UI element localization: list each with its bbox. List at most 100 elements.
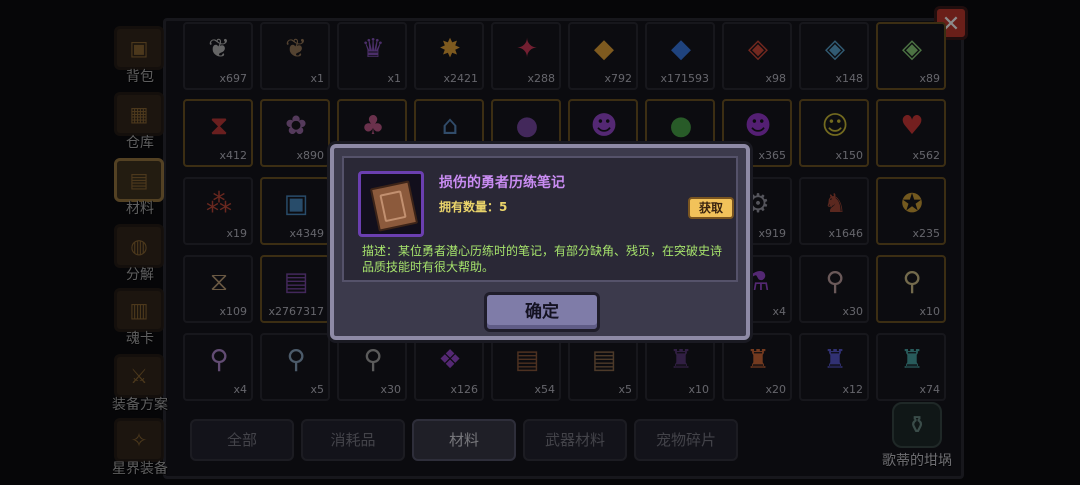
get-button[interactable]: 获取 <box>688 197 734 219</box>
item-slot[interactable]: ⚲ x5 <box>260 333 330 401</box>
heart-icon: ♥ <box>900 111 924 141</box>
item-count: x171593 <box>660 72 709 85</box>
gold-crystal-icon: ◆ <box>594 34 614 64</box>
sidebar-item-label: 星界装备 <box>112 461 168 477</box>
item-count: x20 <box>765 383 786 396</box>
item-count: x1 <box>310 72 324 85</box>
item-count: x5 <box>310 383 324 396</box>
item-slot[interactable]: ✿ x890 <box>260 99 330 167</box>
item-slot[interactable]: ▣ x4349 <box>260 177 330 245</box>
item-count: x126 <box>450 383 478 396</box>
tab-4[interactable]: 宠物碎片 <box>634 419 738 461</box>
sidebar-item-5[interactable]: ⚔ 装备方案 <box>108 354 172 416</box>
sidebar-item-1[interactable]: ▦ 仓库 <box>108 92 172 154</box>
confirm-button[interactable]: 确定 <box>484 292 600 332</box>
item-count: x792 <box>604 72 632 85</box>
cauldron-label: 歌蒂的坩埚 <box>882 453 952 469</box>
item-count: x12 <box>842 383 863 396</box>
item-slot[interactable]: ⁂ x19 <box>183 177 253 245</box>
item-slot[interactable]: ⚲ x30 <box>799 255 869 323</box>
item-count: x2421 <box>443 72 478 85</box>
item-count: x10 <box>919 305 940 318</box>
mask-icon: ☻ <box>590 111 618 141</box>
item-slot[interactable]: ▤ x54 <box>491 333 561 401</box>
sidebar-item-2[interactable]: ▤ 材料 <box>108 158 172 220</box>
item-count: x890 <box>296 149 324 162</box>
item-slot[interactable]: ♥ x562 <box>876 99 946 167</box>
rainbow-gem-icon: ◈ <box>902 34 922 64</box>
item-slot[interactable]: ❦ x697 <box>183 22 253 90</box>
item-name: 损伤的勇者历练笔记 <box>439 175 565 191</box>
purple-scroll-icon: ❖ <box>438 345 462 375</box>
item-count: x4 <box>772 305 786 318</box>
item-slot[interactable]: ♞ x1646 <box>799 177 869 245</box>
sidebar-item-6[interactable]: ✧ 星界装备 <box>108 418 172 480</box>
item-count: x697 <box>219 72 247 85</box>
gold-spark-icon: ✸ <box>439 34 461 64</box>
item-slot[interactable]: ✸ x2421 <box>414 22 484 90</box>
sidebar-item-label: 魂卡 <box>126 331 154 347</box>
item-slot[interactable]: ◈ x89 <box>876 22 946 90</box>
sidebar-item-label: 材料 <box>126 201 154 217</box>
tab-3[interactable]: 武器材料 <box>523 419 627 461</box>
purple-mask-icon: ☻ <box>744 111 772 141</box>
owned-quantity: 拥有数量：5 <box>439 198 507 215</box>
purple-crest-icon: ♛ <box>361 34 385 64</box>
sidebar-item-0[interactable]: ▣ 背包 <box>108 26 172 88</box>
medal-icon: ✪ <box>901 189 923 219</box>
astral-equipment-icon: ✧ <box>114 418 164 462</box>
item-slot[interactable]: ☺ x150 <box>799 99 869 167</box>
item-slot[interactable]: ◆ x792 <box>568 22 638 90</box>
chest-icon: ▣ <box>114 26 164 70</box>
item-slot[interactable]: ⚲ x10 <box>876 255 946 323</box>
item-slot[interactable]: ◈ x98 <box>722 22 792 90</box>
item-slot[interactable]: ✪ x235 <box>876 177 946 245</box>
item-slot[interactable]: ♜ x10 <box>645 333 715 401</box>
purple-orb-icon: ● <box>515 111 539 141</box>
tab-0[interactable]: 全部 <box>190 419 294 461</box>
sidebar-item-4[interactable]: ▥ 魂卡 <box>108 288 172 350</box>
item-count: x10 <box>688 383 709 396</box>
item-slot[interactable]: ♛ x1 <box>337 22 407 90</box>
item-slot[interactable]: ◆ x171593 <box>645 22 715 90</box>
tab-1[interactable]: 消耗品 <box>301 419 405 461</box>
item-count: x4 <box>233 383 247 396</box>
item-slot[interactable]: ▤ x2767317 <box>260 255 330 323</box>
item-slot[interactable]: ♜ x20 <box>722 333 792 401</box>
tab-2[interactable]: 材料 <box>412 419 516 461</box>
magnifier-icon: ⚲ <box>902 267 922 297</box>
item-slot[interactable]: ▤ x5 <box>568 333 638 401</box>
smiley-icon: ☺ <box>821 111 849 141</box>
item-slot[interactable]: ❖ x126 <box>414 333 484 401</box>
item-slot[interactable]: ⚲ x4 <box>183 333 253 401</box>
exp-book-icon: ▤ <box>283 267 309 297</box>
item-description: 描述：某位勇者潜心历练时的笔记，有部分缺角、残页，在突破史诗品质技能时有很大帮助… <box>362 244 723 274</box>
item-slot[interactable]: ⧗ x412 <box>183 99 253 167</box>
item-slot[interactable]: ✦ x288 <box>491 22 561 90</box>
item-slot[interactable]: ♜ x12 <box>799 333 869 401</box>
demon-icon: ♣ <box>361 111 385 141</box>
item-count: x4349 <box>289 227 324 240</box>
item-count: x150 <box>835 149 863 162</box>
item-slot[interactable]: ⚲ x30 <box>337 333 407 401</box>
item-detail-dialog: 损伤的勇者历练笔记 拥有数量：5 获取 描述：某位勇者潜心历练时的笔记，有部分缺… <box>330 144 750 340</box>
item-count: x54 <box>534 383 555 396</box>
sidebar-item-3[interactable]: ◍ 分解 <box>108 224 172 286</box>
item-slot[interactable]: ♜ x74 <box>876 333 946 401</box>
item-detail-box: 损伤的勇者历练笔记 拥有数量：5 获取 描述：某位勇者潜心历练时的笔记，有部分缺… <box>342 156 738 282</box>
cauldron-button[interactable]: ⚱ 歌蒂的坩埚 <box>872 400 962 470</box>
item-count: x919 <box>758 227 786 240</box>
item-slot[interactable]: ⧖ x109 <box>183 255 253 323</box>
item-slot[interactable]: ◈ x148 <box>799 22 869 90</box>
dark-crest-icon: ♜ <box>669 345 693 375</box>
owned-count: 5 <box>499 200 508 214</box>
magnifier-icon: ⚲ <box>209 345 229 375</box>
blue-gem-icon: ◈ <box>825 34 845 64</box>
magnifier-icon: ⚲ <box>363 345 383 375</box>
item-slot[interactable]: ❦ x1 <box>260 22 330 90</box>
item-count: x74 <box>919 383 940 396</box>
item-count: x5 <box>618 383 632 396</box>
sidebar-item-label: 装备方案 <box>112 397 168 413</box>
item-count: x148 <box>835 72 863 85</box>
fire-crest-icon: ♜ <box>746 345 770 375</box>
